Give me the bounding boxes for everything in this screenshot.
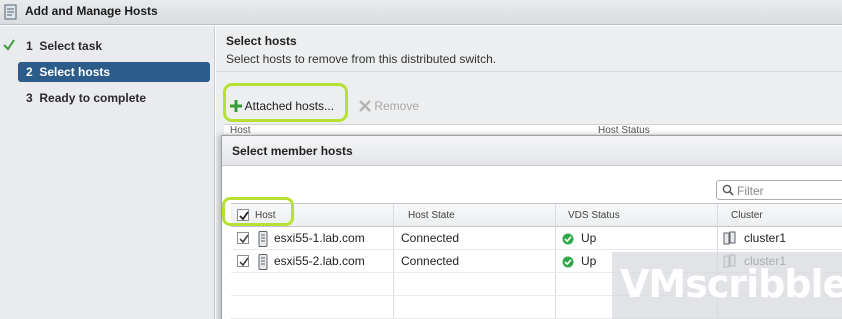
dialog-title-bar: Select member hosts — [222, 136, 842, 166]
checkmark-icon — [239, 234, 249, 244]
host-icon — [258, 254, 268, 270]
column-header-vds-status[interactable]: VDS Status — [562, 204, 620, 227]
step-number: 2 — [26, 65, 33, 79]
step-select-hosts[interactable]: 2 Select hosts — [18, 62, 210, 82]
watermark: VMscribble — [612, 252, 842, 319]
column-header-cluster[interactable]: Cluster — [725, 204, 763, 227]
filter-input[interactable]: Filter — [716, 180, 842, 200]
dialog-title: Select member hosts — [232, 144, 353, 158]
step-ready-to-complete[interactable]: 3 Ready to complete — [18, 88, 210, 108]
grid-header: Host Host State VDS Status Cluster — [231, 204, 842, 227]
host-state: Connected — [401, 254, 460, 268]
hosts-table-header — [224, 124, 842, 134]
watermark-text: VMscribble — [620, 262, 842, 306]
column-header-host-state[interactable]: Host State — [402, 204, 455, 227]
search-icon — [722, 184, 734, 196]
wizard-title-bar: Add and Manage Hosts — [0, 0, 842, 25]
wizard-icon — [4, 4, 17, 20]
plus-icon — [230, 100, 242, 112]
host-icon — [258, 231, 268, 247]
attached-hosts-button[interactable]: Attached hosts... — [230, 98, 334, 114]
row-checkbox[interactable] — [237, 232, 249, 244]
step-label: Select hosts — [39, 65, 111, 79]
vds-status: Up — [581, 231, 597, 245]
table-row[interactable]: esxi55-1.lab.com Connected Up cluster1 — [231, 227, 842, 250]
vds-status: Up — [581, 254, 597, 268]
page-title: Select hosts — [226, 34, 297, 48]
checkmark-icon — [239, 257, 249, 267]
page-subtitle: Select hosts to remove from this distrib… — [226, 52, 497, 66]
status-ok-icon — [562, 256, 574, 268]
remove-icon — [359, 100, 371, 112]
page-header: Select hosts Select hosts to remove from… — [216, 26, 842, 72]
attached-hosts-label: Attached hosts... — [244, 99, 335, 113]
highlight-annotation — [222, 197, 294, 226]
remove-button[interactable]: Remove — [359, 98, 419, 114]
check-icon — [3, 39, 15, 51]
cluster-icon — [723, 231, 736, 245]
cluster-name: cluster1 — [744, 231, 787, 245]
step-number: 1 — [26, 39, 33, 53]
step-label: Select task — [39, 39, 103, 53]
host-state: Connected — [401, 231, 460, 245]
wizard-title: Add and Manage Hosts — [25, 4, 158, 18]
remove-label: Remove — [374, 99, 420, 113]
step-select-task[interactable]: 1 Select task — [18, 36, 210, 56]
status-ok-icon — [562, 233, 574, 245]
wizard-steps-nav: 1 Select task 2 Select hosts 3 Ready to … — [0, 26, 215, 319]
host-name: esxi55-2.lab.com — [274, 254, 365, 268]
filter-placeholder: Filter — [737, 184, 764, 198]
step-label: Ready to complete — [39, 91, 147, 105]
host-name: esxi55-1.lab.com — [274, 231, 365, 245]
step-number: 3 — [26, 91, 33, 105]
row-checkbox[interactable] — [237, 255, 249, 267]
